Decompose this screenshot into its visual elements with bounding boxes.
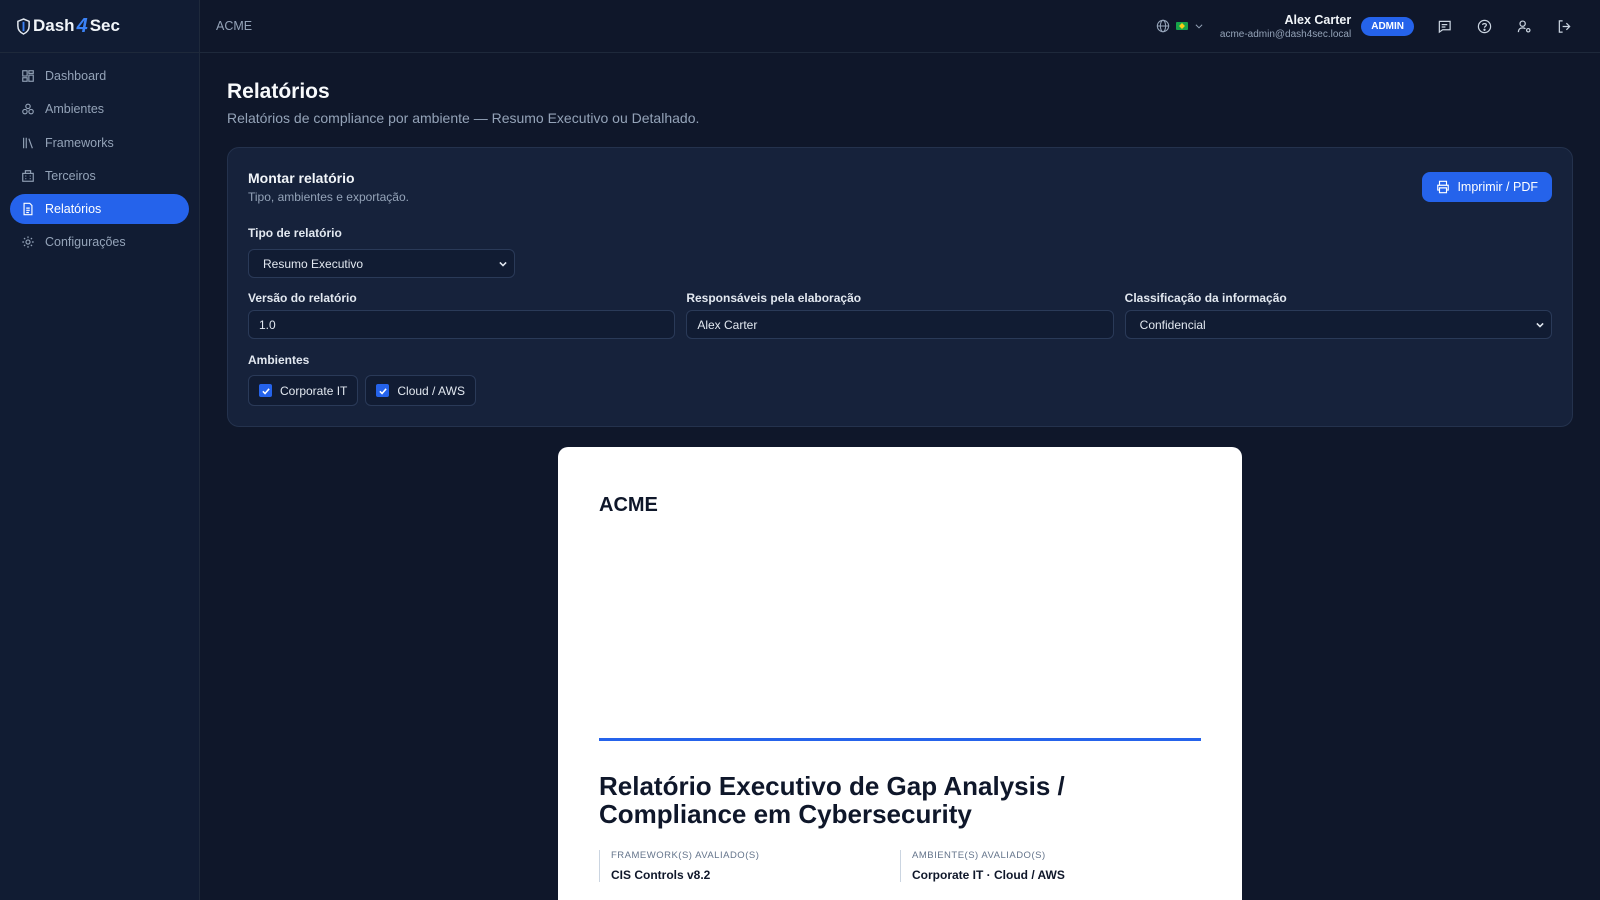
page-subtitle: Relatórios de compliance por ambiente — …	[227, 110, 700, 126]
logo-text-sec: Sec	[89, 16, 120, 35]
owners-input[interactable]: Alex Carter	[686, 310, 1114, 339]
sidebar-item-configuracoes[interactable]: Configurações	[10, 227, 189, 257]
report-type-select[interactable]: Resumo Executivo	[248, 249, 515, 278]
sidebar-item-ambientes[interactable]: Ambientes	[10, 94, 189, 124]
owners-label: Responsáveis pela elaboração	[686, 291, 862, 305]
sidebar-nav: Dashboard Ambientes Frameworks Terceiros…	[0, 53, 199, 269]
printer-icon	[1437, 180, 1450, 194]
user-gear-icon	[1517, 19, 1531, 33]
sidebar-item-label: Ambientes	[45, 102, 105, 117]
version-input[interactable]: 1.0	[248, 310, 676, 339]
chevron-down-icon	[499, 261, 507, 267]
report-builder-card: Montar relatório Tipo, ambientes e expor…	[227, 147, 1573, 427]
building-icon	[22, 170, 34, 182]
sidebar-item-frameworks[interactable]: Frameworks	[10, 128, 189, 158]
preview-meta: FRAMEWORK(S) AVALIADO(S) CIS Controls v8…	[599, 850, 1201, 882]
org-name: ACME	[216, 19, 253, 33]
preview-title-line2: Compliance em Cybersecurity	[599, 799, 972, 829]
classification-label: Classificação da informação	[1124, 291, 1287, 305]
user-info: Alex Carter acme-admin@dash4sec.local	[1220, 13, 1351, 40]
preview-framework: FRAMEWORK(S) AVALIADO(S) CIS Controls v8…	[599, 850, 900, 882]
sidebar-item-label: Relatórios	[45, 202, 102, 217]
check-icon	[379, 387, 387, 395]
sidebar-item-label: Frameworks	[45, 135, 114, 150]
file-icon	[23, 202, 33, 216]
header-actions: Alex Carter acme-admin@dash4sec.local AD…	[1156, 13, 1584, 40]
environments-meta-value: Corporate IT · Cloud / AWS	[912, 868, 1065, 882]
report-type-value: Resumo Executivo	[263, 256, 364, 271]
version-label: Versão do relatório	[248, 291, 357, 305]
card-subtitle: Tipo, ambientes e exportação.	[248, 190, 409, 204]
sidebar-item-dashboard[interactable]: Dashboard	[10, 61, 189, 91]
gear-icon	[22, 236, 34, 249]
page-title: Relatórios	[227, 80, 330, 103]
sidebar-item-relatorios[interactable]: Relatórios	[10, 194, 189, 225]
report-type-label: Tipo de relatório	[248, 226, 342, 240]
help-button[interactable]	[1464, 19, 1504, 34]
card-title: Montar relatório	[248, 170, 355, 186]
user-settings-button[interactable]	[1504, 19, 1544, 34]
help-icon	[1477, 19, 1491, 33]
env-checkbox-cloud-aws[interactable]: Cloud / AWS	[365, 375, 476, 406]
checkbox-checked[interactable]	[376, 384, 390, 397]
print-pdf-label: Imprimir / PDF	[1457, 180, 1538, 194]
chevron-down-icon	[1195, 24, 1203, 29]
user-email: acme-admin@dash4sec.local	[1219, 28, 1352, 40]
message-icon	[1438, 20, 1451, 33]
logo-text-dash: Dash	[33, 16, 75, 35]
globe-icon	[1156, 19, 1170, 33]
preview-environments: AMBIENTE(S) AVALIADO(S) Corporate IT · C…	[900, 850, 1201, 882]
checkbox-checked[interactable]	[259, 384, 272, 397]
preview-title: Relatório Executivo de Gap Analysis / Co…	[599, 772, 1201, 828]
library-icon	[23, 137, 33, 149]
sidebar-item-label: Terceiros	[45, 168, 96, 183]
language-selector[interactable]	[1156, 19, 1204, 33]
classification-select[interactable]: Confidencial	[1124, 310, 1552, 339]
print-pdf-button[interactable]: Imprimir / PDF	[1422, 172, 1552, 202]
brazil-flag-icon	[1175, 22, 1188, 30]
preview-divider	[599, 738, 1201, 741]
environments-checklist: Corporate IT Cloud / AWS	[248, 375, 1552, 406]
main-content: Relatórios Relatórios de compliance por …	[227, 53, 1573, 427]
logout-button[interactable]	[1544, 19, 1584, 34]
sidebar-item-terceiros[interactable]: Terceiros	[10, 161, 189, 191]
logo-text-4: 4	[76, 14, 88, 37]
user-name: Alex Carter	[1284, 12, 1352, 27]
environments-label: Ambientes	[248, 353, 310, 367]
env-label: Cloud / AWS	[397, 383, 465, 398]
environments-meta-label: AMBIENTE(S) AVALIADO(S)	[912, 850, 1046, 861]
grid-icon	[22, 70, 34, 82]
messages-button[interactable]	[1424, 19, 1464, 34]
report-preview: ACME Relatório Executivo de Gap Analysis…	[558, 447, 1242, 900]
layers-icon	[22, 103, 34, 115]
framework-label: FRAMEWORK(S) AVALIADO(S)	[611, 850, 760, 861]
role-badge: ADMIN	[1361, 16, 1414, 36]
sidebar-item-label: Dashboard	[45, 69, 107, 83]
sidebar-item-label: Configurações	[45, 235, 126, 250]
preview-org-name: ACME	[599, 494, 658, 516]
app-logo[interactable]: Dash 4 Sec	[0, 0, 199, 53]
chevron-down-icon	[1536, 322, 1544, 328]
shield-logo-icon	[17, 17, 30, 35]
top-header: ACME Alex Carter acme-admin@dash4sec.loc…	[200, 0, 1600, 53]
check-icon	[261, 387, 270, 395]
sidebar: Dash 4 Sec Dashboard Ambientes Frameworks …	[0, 0, 200, 900]
env-label: Corporate IT	[280, 383, 348, 398]
framework-value: CIS Controls v8.2	[611, 868, 711, 882]
logout-icon	[1558, 19, 1571, 33]
env-checkbox-corporate-it[interactable]: Corporate IT	[248, 375, 359, 406]
preview-title-line1: Relatório Executivo de Gap Analysis /	[599, 771, 1065, 801]
classification-value: Confidencial	[1139, 317, 1206, 332]
